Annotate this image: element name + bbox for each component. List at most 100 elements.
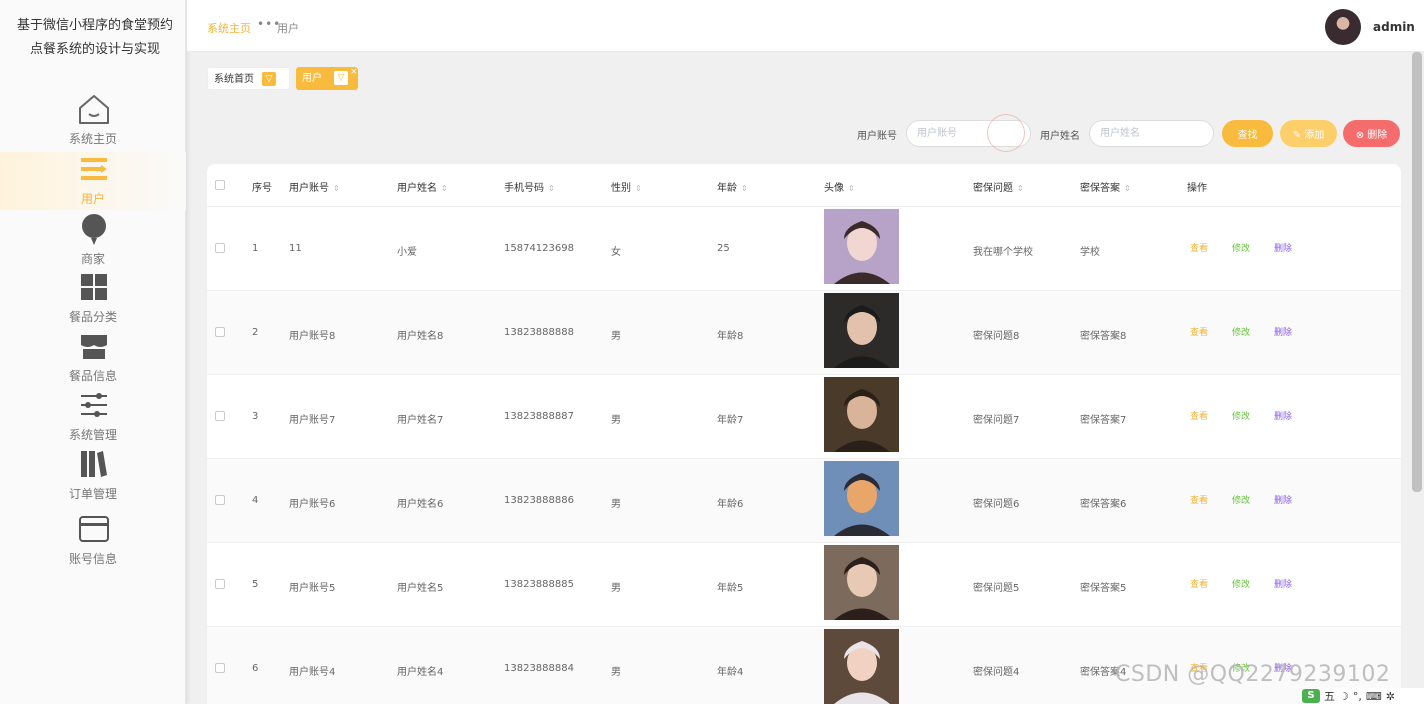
cell-name: 用户姓名5: [397, 583, 444, 594]
cell-account: 11: [289, 243, 302, 254]
row-checkbox[interactable]: [215, 411, 225, 421]
row-checkbox[interactable]: [215, 495, 225, 505]
cell-age: 年龄5: [717, 583, 744, 594]
sort-icon: ⇕: [635, 184, 642, 193]
col-avatar[interactable]: 头像 ⇕: [824, 179, 855, 194]
settings-icon: ✲: [1385, 689, 1395, 703]
breadcrumb-home[interactable]: 系统主页: [207, 20, 251, 36]
sliders-icon: [77, 388, 111, 422]
home-icon: [77, 92, 111, 126]
page-scrollbar[interactable]: [1412, 52, 1422, 492]
delete-link[interactable]: 删除: [1274, 493, 1292, 506]
cell-question: 密保问题4: [973, 667, 1020, 678]
cell-question: 密保问题6: [973, 499, 1020, 510]
delete-link[interactable]: 删除: [1274, 325, 1292, 338]
ime-mode[interactable]: 五: [1324, 688, 1335, 704]
avatar[interactable]: [1325, 9, 1361, 45]
name-search-input[interactable]: [1089, 120, 1214, 147]
delete-link[interactable]: 删除: [1274, 409, 1292, 422]
sidebar-item-label: 账号信息: [68, 552, 117, 566]
bulb-icon: [77, 212, 111, 246]
row-checkbox[interactable]: [215, 243, 225, 253]
cell-no: 5: [252, 579, 259, 590]
edit-link[interactable]: 修改: [1232, 409, 1250, 422]
col-label: 性别: [611, 183, 631, 194]
cell-name: 用户姓名8: [397, 331, 444, 342]
row-checkbox[interactable]: [215, 327, 225, 337]
col-account[interactable]: 用户账号 ⇕: [289, 179, 340, 194]
row-checkbox[interactable]: [215, 579, 225, 589]
edit-link[interactable]: 修改: [1232, 325, 1250, 338]
sidebar-item-label: 系统管理: [68, 428, 117, 442]
col-age[interactable]: 年龄 ⇕: [717, 179, 748, 194]
tab-users[interactable]: 用户 ▽ ×: [296, 67, 358, 90]
col-answer[interactable]: 密保答案 ⇕: [1080, 179, 1131, 194]
col-question[interactable]: 密保问题 ⇕: [973, 179, 1024, 194]
edit-link[interactable]: 修改: [1232, 241, 1250, 254]
cell-phone: 15874123698: [504, 243, 574, 254]
table-row: 3 用户账号7 用户姓名7 13823888887 男 年龄7 密保问题7 密保答案7 查看 修…: [207, 375, 1401, 459]
cell-phone: 13823888884: [504, 663, 574, 674]
tab-label: 系统首页: [214, 74, 254, 85]
add-label: 添加: [1304, 130, 1325, 141]
cell-no: 6: [252, 663, 259, 674]
table-row: 2 用户账号8 用户姓名8 13823888888 男 年龄8 密保问题8 密保答案8 查看 修…: [207, 291, 1401, 375]
cell-gender: 男: [611, 583, 621, 594]
delete-link[interactable]: 删除: [1274, 241, 1292, 254]
col-gender[interactable]: 性别 ⇕: [611, 179, 642, 194]
sidebar-item-food[interactable]: 餐品信息: [0, 329, 186, 387]
user-list-icon: [77, 152, 111, 186]
user-avatar-image: [824, 377, 899, 452]
sidebar-item-home[interactable]: 系统主页: [0, 92, 186, 150]
sidebar-item-system[interactable]: 系统管理: [0, 388, 186, 446]
sidebar-item-orders[interactable]: 订单管理: [0, 447, 186, 505]
table-header: 序号 用户账号 ⇕ 用户姓名 ⇕ 手机号码 ⇕ 性别 ⇕ 年龄 ⇕ 头像 ⇕ 密保问题 ⇕ 密…: [207, 164, 1401, 207]
cell-question: 我在哪个学校: [973, 247, 1033, 258]
add-button[interactable]: ✎ 添加: [1280, 120, 1337, 147]
sidebar-item-account[interactable]: 账号信息: [0, 512, 186, 570]
select-all-checkbox[interactable]: [215, 180, 225, 190]
app-title: 基于微信小程序的食堂预约点餐系统的设计与实现: [16, 18, 173, 57]
cell-question: 密保问题8: [973, 331, 1020, 342]
col-actions: 操作: [1187, 183, 1207, 194]
col-label: 头像: [824, 183, 844, 194]
cell-no: 1: [252, 243, 259, 254]
close-icon[interactable]: ×: [350, 61, 358, 84]
sidebar-item-users[interactable]: 用户: [0, 152, 186, 210]
username[interactable]: admin: [1373, 20, 1415, 34]
cell-answer: 密保答案5: [1080, 583, 1127, 594]
sidebar-item-merchant[interactable]: 商家: [0, 212, 186, 270]
cell-name: 用户姓名7: [397, 415, 444, 426]
delete-button[interactable]: ⊗ 删除: [1343, 120, 1400, 147]
grid-icon: [77, 270, 111, 304]
tab-home[interactable]: 系统首页 ▽: [207, 67, 290, 90]
user-avatar-image: [824, 629, 899, 704]
sidebar-item-category[interactable]: 餐品分类: [0, 270, 186, 328]
view-link[interactable]: 查看: [1190, 577, 1208, 590]
sidebar: 基于微信小程序的食堂预约点餐系统的设计与实现 系统主页 用户 商家 餐品分类 餐…: [0, 0, 186, 704]
edit-link[interactable]: 修改: [1232, 577, 1250, 590]
sort-icon: ⇕: [848, 184, 855, 193]
delete-circle-icon: ⊗: [1355, 130, 1368, 141]
row-checkbox[interactable]: [215, 663, 225, 673]
sort-icon: ⇕: [741, 184, 748, 193]
cell-name: 用户姓名4: [397, 667, 444, 678]
view-link[interactable]: 查看: [1190, 325, 1208, 338]
filter-icon: ▽: [334, 71, 348, 85]
cell-age: 年龄8: [717, 331, 744, 342]
keyboard-icon: ⌨: [1365, 689, 1382, 703]
cell-question: 密保问题5: [973, 583, 1020, 594]
col-label: 密保问题: [973, 183, 1013, 194]
delete-link[interactable]: 删除: [1274, 577, 1292, 590]
view-link[interactable]: 查看: [1190, 493, 1208, 506]
ime-logo-icon[interactable]: S: [1302, 689, 1320, 703]
view-link[interactable]: 查看: [1190, 409, 1208, 422]
cell-no: 3: [252, 411, 259, 422]
cell-gender: 男: [611, 331, 621, 342]
col-name[interactable]: 用户姓名 ⇕: [397, 179, 448, 194]
search-button[interactable]: 查找: [1222, 120, 1273, 147]
edit-link[interactable]: 修改: [1232, 493, 1250, 506]
sort-icon: ⇕: [1017, 184, 1024, 193]
col-phone[interactable]: 手机号码 ⇕: [504, 179, 555, 194]
view-link[interactable]: 查看: [1190, 241, 1208, 254]
